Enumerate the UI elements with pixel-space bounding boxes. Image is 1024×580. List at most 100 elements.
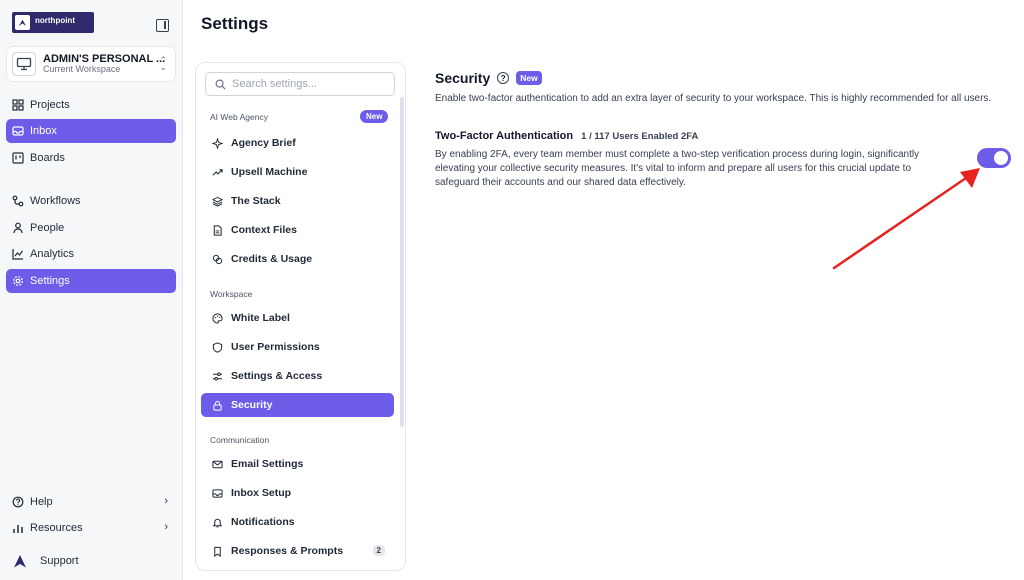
nav-settings[interactable]: Settings: [6, 269, 176, 293]
nav-boards[interactable]: Boards: [6, 146, 176, 170]
nav-label: Settings: [30, 275, 70, 287]
nav-label: Analytics: [30, 248, 75, 260]
mail-icon: [212, 460, 223, 468]
tfa-description: By enabling 2FA, every team member must …: [435, 149, 920, 188]
menu-item-label: Notifications: [231, 516, 295, 528]
tfa-title: Two-Factor Authentication: [435, 130, 574, 142]
menu-item-credits-usage[interactable]: Credits & Usage: [201, 247, 394, 271]
security-heading: Security ? New: [435, 70, 542, 86]
nav-workflows[interactable]: Workflows: [6, 189, 176, 213]
logo-text: northpoint: [35, 15, 75, 25]
nav-analytics[interactable]: Analytics: [6, 242, 176, 266]
workspace-switcher[interactable]: ADMIN'S PERSONAL ... Current Workspace ⌃…: [6, 46, 176, 82]
nav-label: Inbox: [30, 125, 57, 137]
file-icon: [213, 224, 222, 236]
menu-item-white-label[interactable]: White Label: [201, 306, 394, 330]
menu-item-label: Settings & Access: [231, 370, 323, 382]
section-label-ai-web-agency: AI Web Agency: [210, 112, 268, 122]
analytics-icon: [12, 249, 23, 260]
nav-resources[interactable]: Resources ›: [6, 516, 176, 540]
menu-item-label: Context Files: [231, 224, 297, 236]
search-icon: [215, 79, 226, 90]
bookmark-icon: [214, 546, 221, 557]
menu-item-email-settings[interactable]: Email Settings: [201, 452, 394, 476]
nav-label: Resources: [30, 522, 83, 534]
page-title: Settings: [201, 14, 269, 33]
nav-label: People: [30, 222, 65, 234]
northpoint-logo[interactable]: northpoint: [12, 12, 94, 33]
palette-icon: [212, 312, 223, 324]
resources-icon: [13, 525, 23, 533]
nav-label: Workflows: [30, 195, 81, 207]
menu-item-security[interactable]: Security: [201, 393, 394, 417]
nav-label: Help: [30, 496, 53, 508]
support-logo-icon: [14, 555, 26, 568]
tfa-enabled-count: 1 / 117 Users Enabled 2FA: [581, 131, 699, 142]
menu-item-label: Upsell Machine: [231, 166, 308, 178]
logo-mark-icon: [15, 15, 30, 30]
nav-help[interactable]: Help ›: [6, 490, 176, 514]
workspace-icon: [12, 52, 36, 76]
chevron-right-icon: ›: [164, 495, 168, 507]
settings-search[interactable]: [205, 72, 395, 96]
workspace-subtitle: Current Workspace: [43, 64, 121, 75]
grid-icon: [12, 99, 24, 111]
app-sidebar: northpoint ADMIN'S PERSONAL ... Current …: [0, 0, 183, 580]
settings-menu: AI Web Agency New Agency Brief Upsell Ma…: [195, 62, 406, 571]
chevron-updown-icon: ⌃ ⌄: [159, 55, 167, 72]
nav-label: Boards: [30, 152, 65, 164]
menu-item-settings-access[interactable]: Settings & Access: [201, 364, 394, 388]
tfa-heading: Two-Factor Authentication 1 / 117 Users …: [435, 130, 698, 142]
menu-item-responses-prompts[interactable]: Responses & Prompts 2: [201, 539, 394, 563]
layers-icon: [212, 196, 223, 207]
person-icon: [13, 222, 23, 234]
count-badge: 2: [372, 545, 385, 556]
nav-inbox[interactable]: Inbox: [6, 119, 176, 143]
gear-icon: [13, 276, 23, 286]
help-circle-icon[interactable]: ?: [497, 72, 510, 84]
nav-projects[interactable]: Projects: [6, 93, 176, 117]
lock-icon: [213, 400, 222, 411]
coins-icon: [212, 254, 223, 264]
menu-item-upsell-machine[interactable]: Upsell Machine: [201, 160, 394, 184]
menu-item-agency-brief[interactable]: Agency Brief: [201, 131, 394, 155]
board-icon: [12, 152, 24, 164]
toggle-knob: [994, 151, 1008, 165]
menu-item-label: Responses & Prompts: [231, 545, 344, 557]
sparkle-icon: [212, 137, 223, 149]
menu-item-notifications[interactable]: Notifications: [201, 510, 394, 534]
menu-item-the-stack[interactable]: The Stack: [201, 189, 394, 213]
menu-item-label: Inbox Setup: [231, 487, 292, 499]
nav-people[interactable]: People: [6, 216, 176, 240]
workflow-icon: [12, 195, 24, 207]
menu-item-user-permissions[interactable]: User Permissions: [201, 335, 394, 359]
security-title: Security: [435, 70, 491, 86]
collapse-sidebar-icon[interactable]: [156, 19, 169, 32]
menu-item-label: User Permissions: [231, 341, 320, 353]
nav-label: Projects: [30, 99, 70, 111]
nav-support[interactable]: Support: [6, 549, 176, 573]
menu-item-label: Email Settings: [231, 458, 304, 470]
trend-icon: [212, 168, 223, 176]
menu-item-label: Security: [231, 399, 273, 411]
sliders-icon: [212, 371, 223, 381]
menu-item-context-files[interactable]: Context Files: [201, 218, 394, 242]
help-icon: [12, 496, 24, 508]
bell-icon: [212, 518, 223, 527]
search-input[interactable]: [232, 78, 382, 90]
new-badge: New: [360, 110, 389, 123]
section-label-workspace: Workspace: [210, 289, 253, 299]
menu-item-label: White Label: [231, 312, 290, 324]
menu-item-label: Agency Brief: [231, 137, 296, 149]
chevron-right-icon: ›: [164, 521, 168, 533]
menu-item-label: The Stack: [231, 195, 281, 207]
inbox-icon: [12, 126, 24, 136]
menu-scrollbar[interactable]: [400, 97, 404, 427]
shield-icon: [212, 341, 223, 353]
security-description: Enable two-factor authentication to add …: [435, 93, 992, 104]
tfa-toggle[interactable]: [977, 148, 1011, 168]
menu-item-label: Credits & Usage: [231, 253, 313, 265]
inbox-icon: [212, 488, 223, 498]
section-label-communication: Communication: [210, 435, 270, 445]
menu-item-inbox-setup[interactable]: Inbox Setup: [201, 481, 394, 505]
